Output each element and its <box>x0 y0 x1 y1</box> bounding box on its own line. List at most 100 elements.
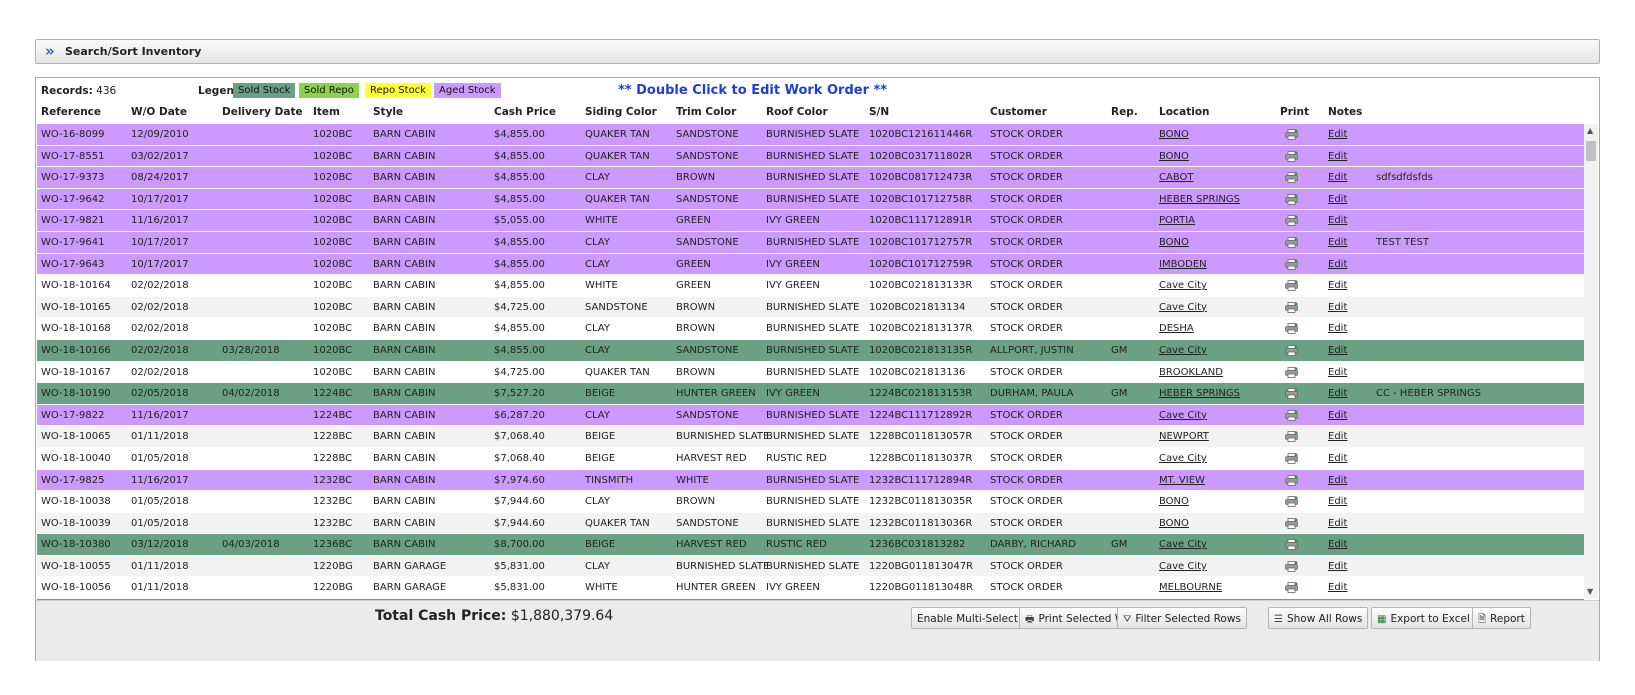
print-icon[interactable] <box>1285 129 1298 140</box>
location-link[interactable]: HEBER SPRINGS <box>1159 383 1240 405</box>
double-chevron-right-icon[interactable]: » <box>45 42 55 60</box>
scroll-up-icon[interactable]: ▲ <box>1587 126 1593 135</box>
location-link[interactable]: BONO <box>1159 491 1189 513</box>
scroll-thumb[interactable] <box>1586 141 1596 161</box>
location-link[interactable]: Cave City <box>1159 275 1207 297</box>
column-header-siding-color[interactable]: Siding Color <box>585 106 657 118</box>
location-link[interactable]: Cave City <box>1159 297 1207 319</box>
edit-link[interactable]: Edit <box>1328 362 1347 384</box>
table-row[interactable]: WO-18-10065 01/11/2018 1228BC BARN CABIN $7,… <box>37 426 1584 448</box>
print-icon[interactable] <box>1285 193 1298 205</box>
column-header-cash-price[interactable]: Cash Price <box>494 106 556 118</box>
edit-link[interactable]: Edit <box>1328 297 1347 319</box>
table-row[interactable]: WO-17-8551 03/02/2017 1020BC BARN CABIN $4,8… <box>37 145 1584 168</box>
location-link[interactable]: BONO <box>1159 146 1189 168</box>
scroll-down-icon[interactable]: ▼ <box>1587 587 1593 596</box>
column-header-delivery-date[interactable]: Delivery Date <box>222 106 303 118</box>
table-row[interactable]: WO-18-10168 02/02/2018 1020BC BARN CABIN $4,… <box>37 318 1584 340</box>
edit-link[interactable]: Edit <box>1328 146 1347 168</box>
edit-link[interactable]: Edit <box>1328 124 1347 146</box>
column-header-w-o-date[interactable]: W/O Date <box>131 106 187 118</box>
table-row[interactable]: WO-18-10190 02/05/2018 04/02/2018 1224BC BAR… <box>37 383 1584 405</box>
edit-link[interactable]: Edit <box>1328 426 1347 448</box>
edit-link[interactable]: Edit <box>1328 232 1347 254</box>
table-row[interactable]: WO-17-9821 11/16/2017 1020BC BARN CABIN $5,0… <box>37 210 1584 232</box>
table-row[interactable]: WO-18-10056 01/11/2018 1220BG BARN GARAGE $5… <box>37 577 1584 600</box>
edit-link[interactable]: Edit <box>1328 556 1347 578</box>
print-icon[interactable] <box>1285 280 1298 292</box>
location-link[interactable]: BONO <box>1159 513 1189 535</box>
table-row[interactable]: WO-18-10165 02/02/2018 1020BC BARN CABIN $4,… <box>37 296 1584 319</box>
edit-link[interactable]: Edit <box>1328 513 1347 535</box>
column-header-roof-color[interactable]: Roof Color <box>766 106 828 118</box>
location-link[interactable]: BROOKLAND <box>1159 362 1223 384</box>
button-export-to-excel[interactable]: ▦ Export to Excel <box>1371 607 1476 629</box>
location-link[interactable]: MT. VIEW <box>1159 470 1205 492</box>
edit-link[interactable]: Edit <box>1328 405 1347 427</box>
table-row[interactable]: WO-18-10055 01/11/2018 1220BG BARN GARAGE $5… <box>37 555 1584 578</box>
column-header-customer[interactable]: Customer <box>990 106 1047 118</box>
table-row[interactable]: WO-18-10038 01/05/2018 1232BC BARN CABIN $7,… <box>37 491 1584 513</box>
button-report[interactable]: 🗎 Report <box>1472 607 1531 629</box>
location-link[interactable]: MELBOURNE <box>1159 577 1222 599</box>
table-row[interactable]: WO-18-10166 02/02/2018 03/28/2018 1020BC BAR… <box>37 339 1584 362</box>
search-sort-bar[interactable]: » Search/Sort Inventory <box>35 39 1600 64</box>
column-header-style[interactable]: Style <box>373 106 403 118</box>
column-header-item[interactable]: Item <box>313 106 340 118</box>
print-icon[interactable] <box>1285 539 1298 551</box>
location-link[interactable]: IMBODEN <box>1159 254 1207 276</box>
location-link[interactable]: PORTIA <box>1159 210 1195 232</box>
location-link[interactable]: Cave City <box>1159 556 1207 578</box>
column-header-reference[interactable]: Reference <box>41 106 101 118</box>
location-link[interactable]: NEWPORT <box>1159 426 1209 448</box>
edit-link[interactable]: Edit <box>1328 470 1347 492</box>
table-row[interactable]: WO-18-10164 02/02/2018 1020BC BARN CABIN $4,… <box>37 275 1584 297</box>
print-icon[interactable] <box>1285 215 1298 227</box>
column-header-notes[interactable]: Notes <box>1328 106 1362 118</box>
print-icon[interactable] <box>1285 345 1298 356</box>
location-link[interactable]: BONO <box>1159 124 1189 146</box>
column-header-print[interactable]: Print <box>1280 106 1309 118</box>
print-icon[interactable] <box>1285 409 1298 421</box>
column-header-rep[interactable]: Rep. <box>1111 106 1138 118</box>
edit-link[interactable]: Edit <box>1328 577 1347 599</box>
location-link[interactable]: Cave City <box>1159 405 1207 427</box>
edit-link[interactable]: Edit <box>1328 318 1347 340</box>
edit-link[interactable]: Edit <box>1328 167 1347 189</box>
edit-link[interactable]: Edit <box>1328 210 1347 232</box>
button-enable-multi-select[interactable]: Enable Multi-Select <box>911 607 1024 629</box>
edit-link[interactable]: Edit <box>1328 275 1347 297</box>
print-icon[interactable] <box>1285 366 1298 378</box>
table-row[interactable]: WO-17-9825 11/16/2017 1232BC BARN CABIN $7,9… <box>37 469 1584 492</box>
location-link[interactable]: CABOT <box>1159 167 1194 189</box>
print-icon[interactable] <box>1285 582 1298 594</box>
table-row[interactable]: WO-17-9643 10/17/2017 1020BC BARN CABIN $4,8… <box>37 253 1584 276</box>
print-icon[interactable] <box>1285 323 1298 335</box>
button-show-all-rows[interactable]: ☰ Show All Rows <box>1268 607 1369 629</box>
print-icon[interactable] <box>1285 431 1298 443</box>
edit-link[interactable]: Edit <box>1328 254 1347 276</box>
edit-link[interactable]: Edit <box>1328 534 1347 556</box>
location-link[interactable]: HEBER SPRINGS <box>1159 189 1240 211</box>
table-row[interactable]: WO-16-8099 12/09/2010 1020BC BARN CABIN $4,8… <box>37 124 1584 146</box>
print-icon[interactable] <box>1285 388 1298 400</box>
print-icon[interactable] <box>1285 172 1298 184</box>
print-icon[interactable] <box>1285 237 1298 248</box>
print-icon[interactable] <box>1285 496 1298 507</box>
location-link[interactable]: Cave City <box>1159 534 1207 556</box>
print-icon[interactable] <box>1285 301 1298 313</box>
table-row[interactable]: WO-17-9373 08/24/2017 1020BC BARN CABIN $4,8… <box>37 167 1584 189</box>
button-filter-selected-rows[interactable]: ⛛ Filter Selected Rows <box>1117 607 1247 629</box>
vertical-scrollbar[interactable]: ▲ ▼ <box>1584 124 1598 598</box>
table-row[interactable]: WO-17-9822 11/16/2017 1224BC BARN CABIN $6,2… <box>37 404 1584 427</box>
location-link[interactable]: Cave City <box>1159 340 1207 362</box>
edit-link[interactable]: Edit <box>1328 340 1347 362</box>
print-icon[interactable] <box>1285 258 1298 270</box>
print-icon[interactable] <box>1285 560 1298 572</box>
edit-link[interactable]: Edit <box>1328 491 1347 513</box>
edit-link[interactable]: Edit <box>1328 448 1347 470</box>
print-icon[interactable] <box>1285 453 1298 464</box>
location-link[interactable]: BONO <box>1159 232 1189 254</box>
location-link[interactable]: DESHA <box>1159 318 1194 340</box>
search-sort-title[interactable]: Search/Sort Inventory <box>65 45 201 58</box>
